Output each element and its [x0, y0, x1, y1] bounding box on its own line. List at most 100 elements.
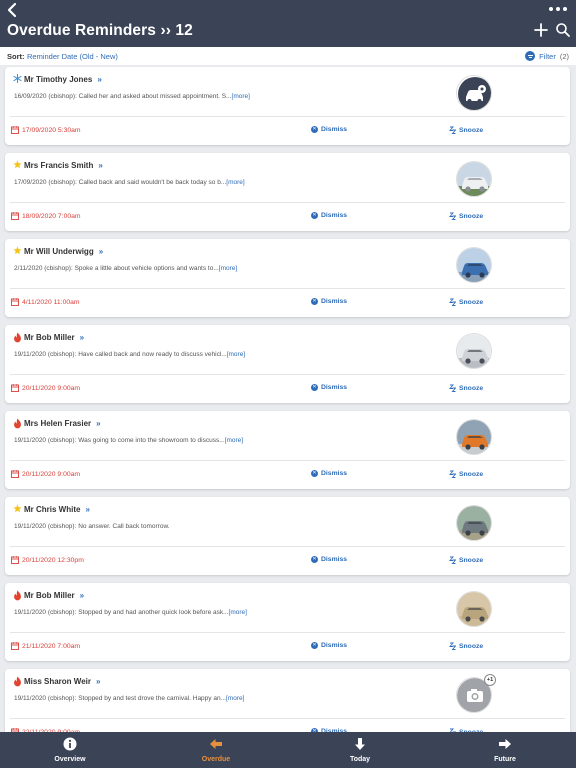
- reminder-summary[interactable]: Mr Chris White » 19/11/2020 (cbishop): No …: [5, 497, 570, 546]
- vehicle-avatar-wrap[interactable]: [456, 247, 492, 283]
- customer-name[interactable]: Mr Chris White »: [24, 505, 90, 514]
- reminder-summary[interactable]: Mrs Helen Frasier » 19/11/2020 (cbishop): …: [5, 411, 570, 460]
- arrow-right-icon: [498, 737, 512, 751]
- reminder-card[interactable]: Mr Bob Miller » 19/11/2020 (cbishop): Stop…: [5, 583, 570, 661]
- divider: [10, 374, 565, 375]
- tab-label: Future: [494, 756, 516, 763]
- customer-name-text: Mr Will Underwigg: [24, 247, 94, 256]
- calendar-icon: [11, 298, 19, 306]
- dismiss-button[interactable]: ✕ Dismiss: [311, 642, 347, 649]
- reminder-card[interactable]: Miss Sharon Weir » 19/11/2020 (cbishop): S…: [5, 669, 570, 732]
- reminder-card[interactable]: Mr Will Underwigg » 2/11/2020 (cbishop): S…: [5, 239, 570, 317]
- more-link[interactable]: [more]: [226, 695, 244, 702]
- reminder-card[interactable]: Mr Bob Miller » 19/11/2020 (cbishop): Have…: [5, 325, 570, 403]
- due-date: 20/11/2020 9:00am: [11, 384, 80, 392]
- customer-name[interactable]: Miss Sharon Weir »: [24, 677, 100, 686]
- search-icon[interactable]: [555, 22, 571, 38]
- reminder-note: 19/11/2020 (cbishop): Stopped by and tes…: [14, 695, 244, 702]
- due-date: 21/11/2020 7:00am: [11, 642, 80, 650]
- reminder-summary[interactable]: Miss Sharon Weir » 19/11/2020 (cbishop): S…: [5, 669, 570, 718]
- vehicle-avatar-wrap[interactable]: +1: [456, 674, 496, 713]
- due-date-text: 20/11/2020 12:30pm: [22, 556, 84, 564]
- more-link[interactable]: [more]: [232, 93, 250, 100]
- tab-today[interactable]: Today: [320, 732, 400, 768]
- page-title-text: Overdue Reminders: [7, 22, 157, 39]
- sort-label: Sort:: [7, 52, 25, 61]
- page-title: Overdue Reminders ›› 12: [7, 22, 193, 40]
- close-circle-icon: ✕: [311, 470, 318, 477]
- sort-selector[interactable]: Reminder Date (Old - New): [27, 52, 118, 61]
- dismiss-button[interactable]: ✕ Dismiss: [311, 556, 347, 563]
- customer-name[interactable]: Mrs Helen Frasier »: [24, 419, 101, 428]
- snooze-button[interactable]: Snooze: [449, 298, 483, 306]
- flame-icon: [13, 676, 22, 687]
- add-icon[interactable]: [533, 22, 549, 38]
- snooze-button[interactable]: Snooze: [449, 470, 483, 478]
- arrow-left-icon: [209, 737, 223, 751]
- dismiss-button[interactable]: ✕ Dismiss: [311, 384, 347, 391]
- dismiss-button[interactable]: ✕ Dismiss: [311, 126, 347, 133]
- tab-label: Overview: [54, 756, 86, 763]
- snooze-icon: [449, 298, 456, 306]
- customer-name[interactable]: Mr Will Underwigg »: [24, 247, 103, 256]
- double-chevron-icon: »: [98, 161, 103, 170]
- snooze-button[interactable]: Snooze: [449, 642, 483, 650]
- snooze-button[interactable]: Snooze: [449, 212, 483, 220]
- reminder-note-text: 19/11/2020 (cbishop): Was going to come …: [14, 437, 225, 444]
- reminder-card[interactable]: Mrs Helen Frasier » 19/11/2020 (cbishop): …: [5, 411, 570, 489]
- dismiss-button[interactable]: ✕ Dismiss: [311, 212, 347, 219]
- more-link[interactable]: [more]: [225, 437, 243, 444]
- snooze-button[interactable]: Snooze: [449, 384, 483, 392]
- reminder-note-text: 2/11/2020 (cbishop): Spoke a little abou…: [14, 265, 219, 272]
- due-date-text: 20/11/2020 9:00am: [22, 384, 81, 392]
- reminder-summary[interactable]: Mr Timothy Jones » 16/09/2020 (cbishop): C…: [5, 67, 570, 116]
- more-link[interactable]: [more]: [227, 351, 245, 358]
- double-chevron-icon: »: [95, 677, 101, 686]
- due-date-text: 20/11/2020 9:00am: [22, 470, 81, 478]
- reminder-card[interactable]: Mr Chris White » 19/11/2020 (cbishop): No …: [5, 497, 570, 575]
- dismiss-label: Dismiss: [321, 556, 348, 563]
- more-link[interactable]: [more]: [229, 609, 247, 616]
- vehicle-avatar-wrap[interactable]: [456, 505, 492, 541]
- customer-name[interactable]: Mr Bob Miller »: [24, 591, 84, 600]
- reminder-note-text: 19/11/2020 (cbishop): Stopped by and tes…: [14, 695, 226, 702]
- reminder-card[interactable]: Mrs Francis Smith » 17/09/2020 (cbishop): …: [5, 153, 570, 231]
- dismiss-button[interactable]: ✕ Dismiss: [311, 298, 347, 305]
- more-icon[interactable]: [547, 4, 569, 14]
- snooze-button[interactable]: Snooze: [449, 556, 483, 564]
- filter-icon: [525, 51, 536, 61]
- due-date-text: 17/09/2020 5:30am: [22, 126, 81, 134]
- vehicle-avatar-wrap[interactable]: [456, 161, 492, 197]
- reminder-card[interactable]: Mr Timothy Jones » 16/09/2020 (cbishop): C…: [5, 67, 570, 145]
- reminder-summary[interactable]: Mr Will Underwigg » 2/11/2020 (cbishop): S…: [5, 239, 570, 288]
- reminder-summary[interactable]: Mrs Francis Smith » 17/09/2020 (cbishop): …: [5, 153, 570, 202]
- reminder-summary[interactable]: Mr Bob Miller » 19/11/2020 (cbishop): Stop…: [5, 583, 570, 632]
- customer-name-text: Mr Timothy Jones: [24, 75, 93, 84]
- tab-overdue[interactable]: Overdue: [176, 732, 256, 768]
- info-icon: [63, 737, 77, 751]
- dismiss-button[interactable]: ✕ Dismiss: [311, 470, 347, 477]
- customer-name-text: Mr Chris White: [24, 505, 81, 514]
- vehicle-avatar-wrap[interactable]: [456, 333, 492, 369]
- calendar-icon: [11, 470, 19, 478]
- reminder-note: 16/09/2020 (cbishop): Called her and ask…: [14, 93, 250, 100]
- reminder-note-text: 19/11/2020 (cbishop): No answer. Call ba…: [14, 523, 170, 530]
- reminder-count: ›› 12: [160, 22, 193, 39]
- customer-name[interactable]: Mr Timothy Jones »: [24, 75, 102, 84]
- divider: [10, 632, 565, 633]
- snooze-button[interactable]: Snooze: [449, 126, 483, 134]
- vehicle-avatar-wrap[interactable]: [456, 419, 492, 455]
- tab-overview[interactable]: Overview: [30, 732, 110, 768]
- vehicle-avatar-wrap[interactable]: [456, 591, 492, 627]
- tab-future[interactable]: Future: [465, 732, 545, 768]
- vehicle-avatar: [456, 505, 492, 541]
- filter-button[interactable]: Filter (2): [525, 50, 569, 62]
- snooze-icon: [449, 470, 456, 478]
- more-link[interactable]: [more]: [219, 265, 237, 272]
- back-icon[interactable]: [5, 0, 21, 20]
- vehicle-avatar-wrap[interactable]: [456, 75, 492, 111]
- reminder-summary[interactable]: Mr Bob Miller » 19/11/2020 (cbishop): Have…: [5, 325, 570, 374]
- more-link[interactable]: [more]: [226, 179, 244, 186]
- customer-name[interactable]: Mrs Francis Smith »: [24, 161, 103, 170]
- customer-name[interactable]: Mr Bob Miller »: [24, 333, 84, 342]
